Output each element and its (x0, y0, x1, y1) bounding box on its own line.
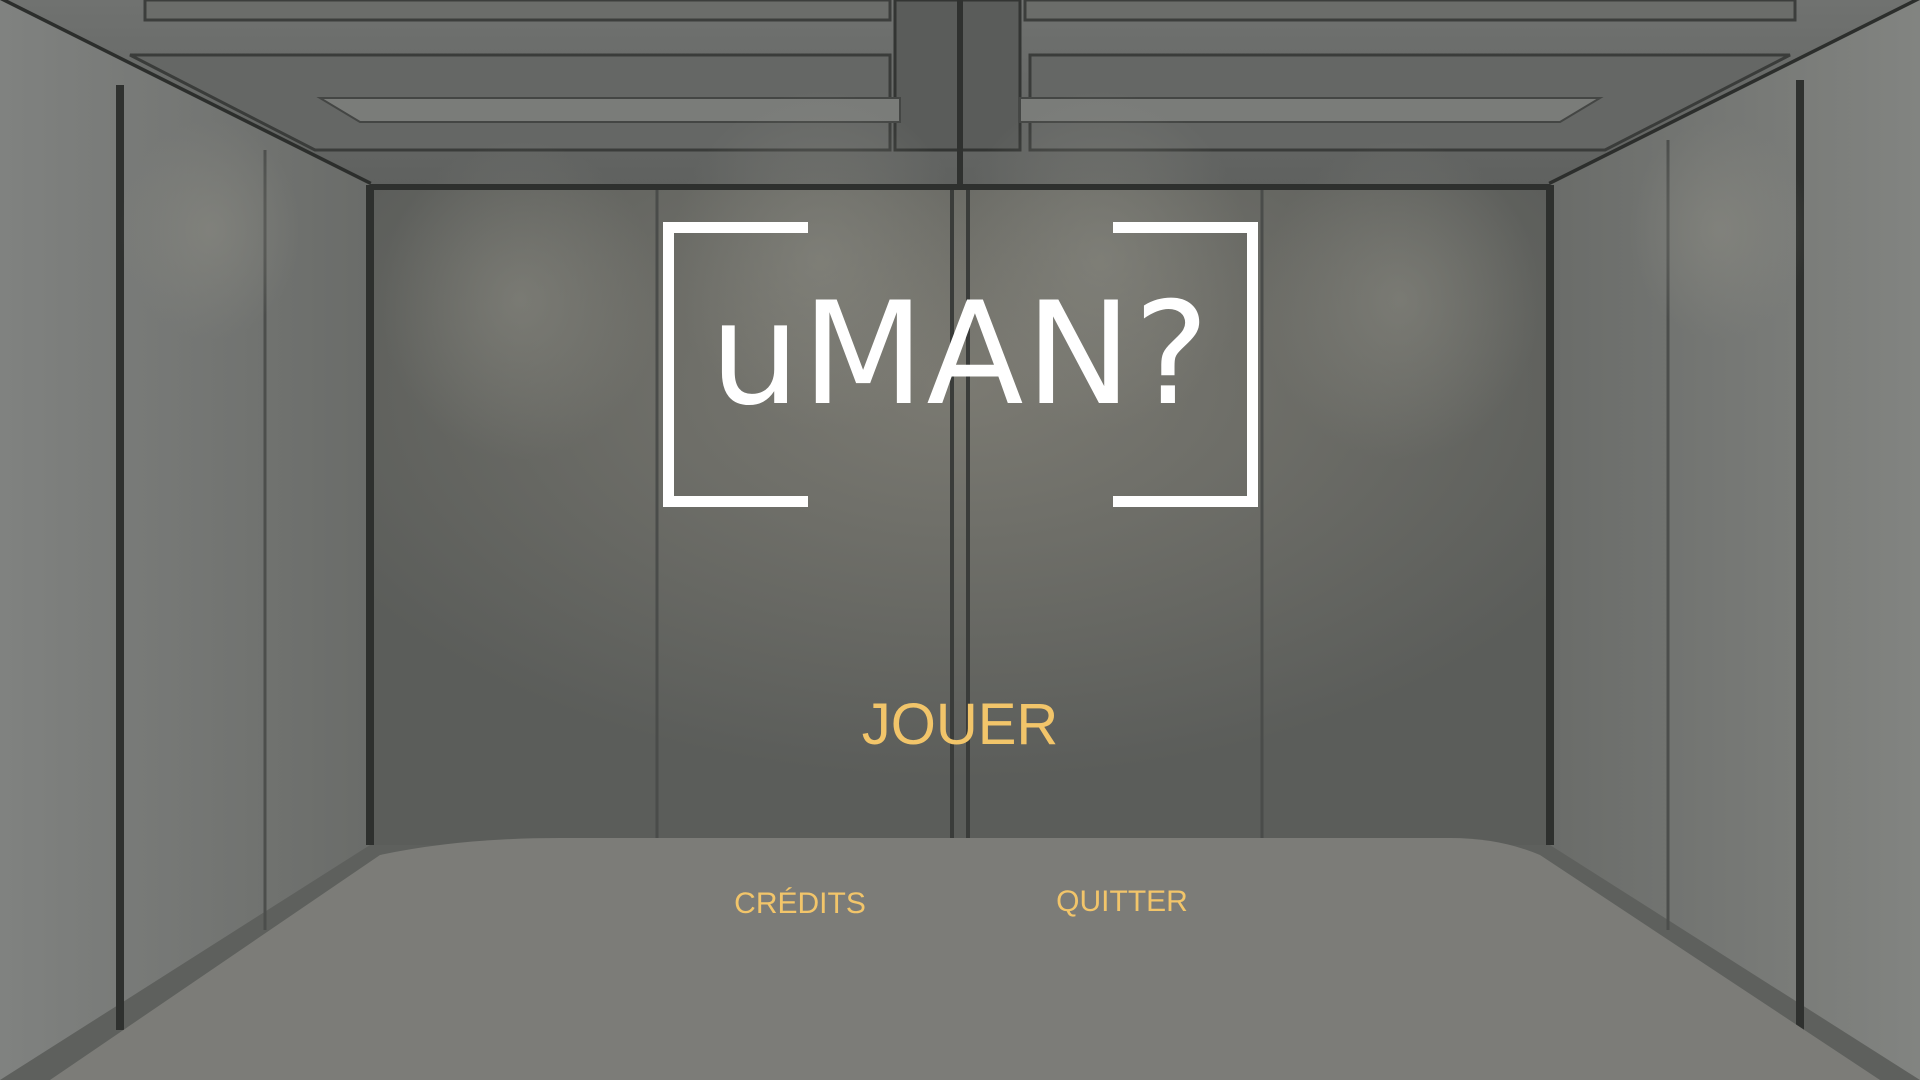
elevator-scene: uMAN? JOUER CRÉDITS QUITTER (0, 0, 1920, 1080)
logo-title: uMAN? (709, 272, 1212, 437)
credits-button[interactable]: CRÉDITS (700, 884, 900, 924)
play-button[interactable]: JOUER (810, 690, 1110, 760)
game-logo: uMAN? (663, 222, 1258, 507)
quit-button[interactable]: QUITTER (1022, 882, 1222, 922)
elevator-background (0, 0, 1920, 1080)
